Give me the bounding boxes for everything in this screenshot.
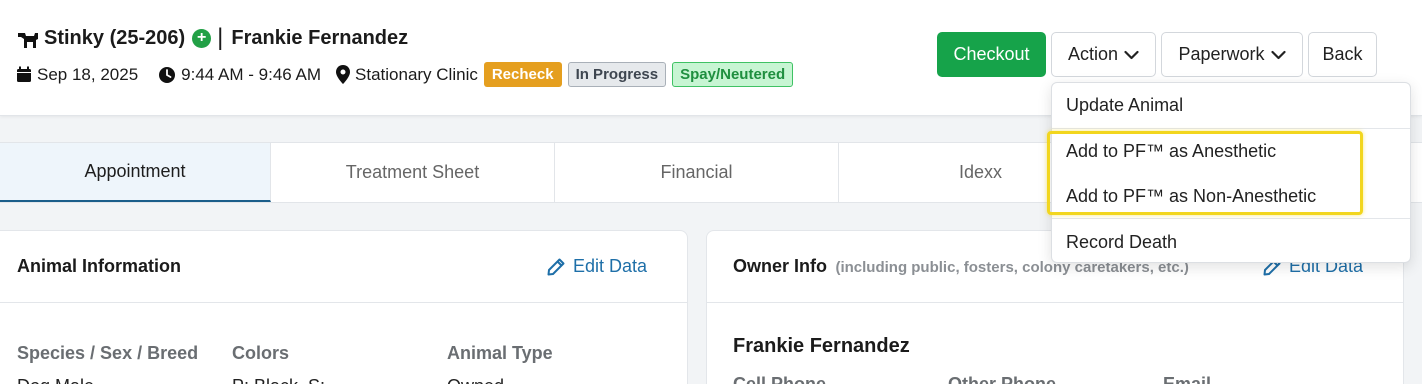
status-badge-in-progress: In Progress [567,62,667,87]
field-value: P: Black, S: --- [232,376,447,384]
appointment-location: Stationary Clinic [355,64,478,84]
chevron-down-icon [1270,50,1286,59]
appointment-date: Sep 18, 2025 [37,64,139,84]
back-button[interactable]: Back [1308,32,1377,77]
edit-data-label: Edit Data [572,256,647,276]
menu-item-update-animal[interactable]: Update Animal [1066,95,1183,116]
animal-fields: Species / Sex / Breed Dog Male - Colors … [17,343,662,384]
field-animal-type: Animal Type Owned [447,343,662,384]
menu-divider [1052,218,1410,219]
paperwork-button[interactable]: Paperwork [1161,32,1303,77]
field-label-email: Email [1163,374,1212,384]
field-label: Animal Type [447,343,553,363]
pencil-icon [547,258,565,275]
title-separator: | [217,24,224,51]
dog-icon [18,33,38,48]
map-pin-icon [336,65,351,84]
edit-data-link[interactable]: Edit Data [547,256,647,277]
status-badge-spay-neutered: Spay/Neutered [672,62,794,87]
card-header: Animal Information Edit Data [0,231,687,303]
owner-name-title: Frankie Fernandez [231,26,409,49]
appointment-time: 9:44 AM - 9:46 AM [181,64,322,84]
field-species: Species / Sex / Breed Dog Male - [17,343,232,384]
animal-name: Stinky (25-206) [44,26,186,49]
field-value: Dog Male - [17,376,232,384]
status-badge-recheck: Recheck [483,62,562,87]
owner-fields: Cell Phone Other Phone Email [733,374,1378,384]
tab-financial[interactable]: Financial [555,143,839,202]
field-label: Colors [232,343,290,363]
card-title: Owner Info [733,256,827,276]
action-button-label: Action [1067,44,1119,64]
tab-treatment-sheet[interactable]: Treatment Sheet [271,143,555,202]
field-label-other-phone: Other Phone [948,374,1057,384]
clock-icon [159,66,176,83]
field-label: Species / Sex / Breed [17,343,199,363]
field-label-cell-phone: Cell Phone [733,374,827,384]
owner-name: Frankie Fernandez [733,335,910,357]
plus-circle-icon[interactable]: + [192,28,212,48]
highlight-box [1047,131,1363,215]
calendar-icon [17,66,31,82]
animal-information-card: Animal Information Edit Data Species / S… [0,230,688,384]
paperwork-button-label: Paperwork [1178,44,1265,64]
action-button[interactable]: Action [1051,32,1156,77]
page-title: Stinky (25-206) + | Frankie Fernandez [16,24,408,52]
appointment-meta: Sep 18, 2025 9:44 AM - 9:46 AM Stationar… [16,62,794,87]
checkout-button[interactable]: Checkout [937,32,1046,77]
field-value: Owned [447,376,662,384]
field-colors: Colors P: Black, S: --- [232,343,447,384]
date-item: Sep 18, 2025 [16,65,138,85]
chevron-down-icon [1124,50,1139,59]
menu-divider [1052,128,1410,129]
tab-appointment[interactable]: Appointment [0,143,271,202]
menu-item-record-death[interactable]: Record Death [1066,232,1177,253]
location-item: Stationary Clinic [336,65,478,85]
card-title: Animal Information [17,256,182,276]
time-item: 9:44 AM - 9:46 AM [158,65,321,85]
